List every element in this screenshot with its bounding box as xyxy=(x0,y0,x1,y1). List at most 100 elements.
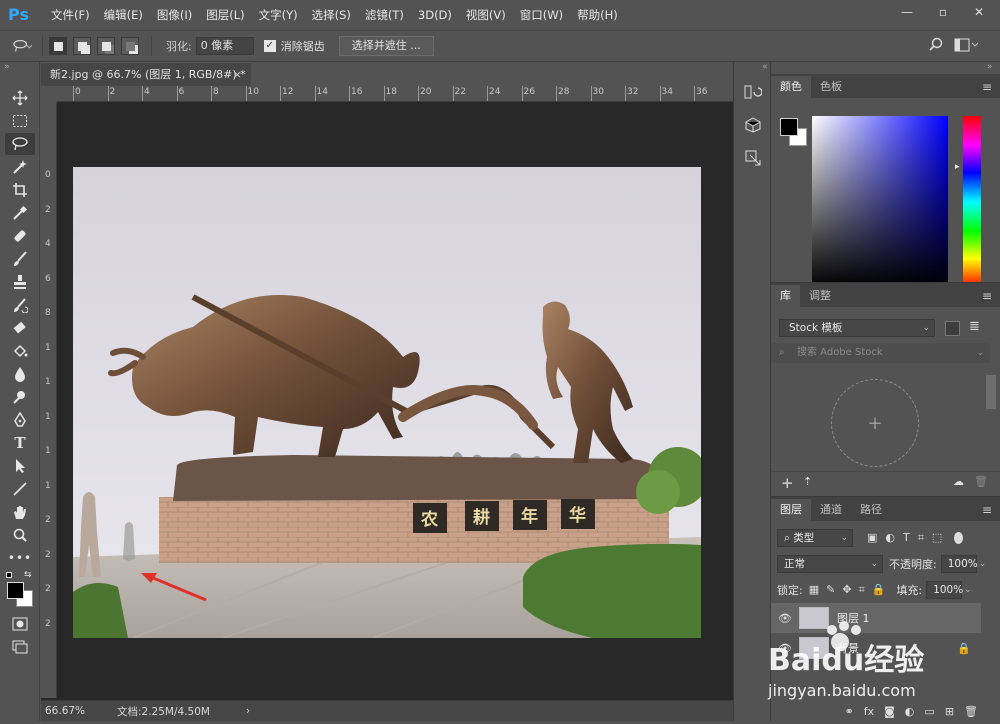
canvas-image[interactable]: 农 耕 年 华 xyxy=(73,167,701,638)
menu-edit[interactable]: 编辑(E) xyxy=(97,0,150,30)
tab-paths[interactable]: 路径 xyxy=(851,499,891,521)
menu-help[interactable]: 帮助(H) xyxy=(570,0,625,30)
hue-slider[interactable] xyxy=(963,116,981,288)
tab-color[interactable]: 颜色 xyxy=(771,76,811,98)
creative-cloud-icon[interactable]: ☁ xyxy=(953,475,964,488)
eraser-tool-icon[interactable] xyxy=(5,317,35,339)
blend-mode-select[interactable]: 正常 ⌄ xyxy=(777,555,883,573)
lasso-tool-preset-icon[interactable] xyxy=(12,36,32,56)
layer-filter-icons[interactable]: ▣◐T⌗⬚ xyxy=(867,531,950,545)
close-document-icon[interactable]: × xyxy=(233,63,242,86)
fill-input[interactable]: 100% xyxy=(926,581,963,599)
subtract-selection-icon[interactable] xyxy=(97,37,115,55)
brush-tool-icon[interactable] xyxy=(5,248,35,270)
move-tool-icon[interactable] xyxy=(5,87,35,109)
properties-panel-icon[interactable] xyxy=(739,145,767,171)
tab-channels[interactable]: 通道 xyxy=(811,499,851,521)
ruler-origin[interactable] xyxy=(41,86,57,102)
tab-layers[interactable]: 图层 xyxy=(771,499,811,521)
filter-search-icon: ⌕ xyxy=(784,532,794,544)
workspace-icon[interactable] xyxy=(954,38,979,55)
list-view-icon[interactable]: ≣ xyxy=(969,319,980,334)
swap-colors-icon[interactable]: ⇆ xyxy=(24,570,32,580)
healing-brush-tool-icon[interactable] xyxy=(5,225,35,247)
more-tools-icon[interactable]: ••• xyxy=(5,547,35,569)
panels-collapse-icon[interactable]: » xyxy=(771,62,1000,74)
3d-panel-icon[interactable] xyxy=(739,112,767,138)
zoom-level-field[interactable]: 66.67% xyxy=(41,705,93,717)
marquee-tool-icon[interactable] xyxy=(5,110,35,132)
eyedropper-tool-icon[interactable] xyxy=(5,202,35,224)
grid-view-icon[interactable] xyxy=(945,321,960,336)
antialias-checkbox[interactable]: ✓ xyxy=(263,40,276,52)
type-tool-icon[interactable]: T xyxy=(5,432,35,454)
layer-filter-select[interactable]: ⌕ 类型 ⌄ xyxy=(777,529,853,547)
quick-selection-tool-icon[interactable] xyxy=(5,156,35,178)
fill-dropdown-icon[interactable]: ⌄ xyxy=(964,585,972,595)
document-tab[interactable]: 新2.jpg @ 66.7% (图层 1, RGB/8#) * × xyxy=(41,62,251,86)
menu-3d[interactable]: 3D(D) xyxy=(411,0,459,30)
crop-tool-icon[interactable] xyxy=(5,179,35,201)
hand-tool-icon[interactable] xyxy=(5,501,35,523)
stock-search-input[interactable]: ⌕ 搜索 Adobe Stock ⌄ xyxy=(771,343,990,363)
menu-file[interactable]: 文件(F) xyxy=(44,0,97,30)
feather-input[interactable]: 0 像素 xyxy=(195,37,254,55)
color-picker-field[interactable] xyxy=(812,116,948,288)
hue-slider-handle-icon[interactable]: ▸ xyxy=(955,162,960,172)
menu-view[interactable]: 视图(V) xyxy=(459,0,513,30)
zoom-tool-icon[interactable] xyxy=(5,524,35,546)
library-select[interactable]: Stock 模板 ⌄ xyxy=(779,319,935,337)
tab-libraries[interactable]: 库 xyxy=(771,285,800,307)
horizontal-ruler[interactable]: 0 2 4 6 8 10 12 14 16 18 20 22 24 26 28 30 32 34 36 xyxy=(57,86,733,102)
minimize-icon[interactable]: — xyxy=(896,3,918,21)
libraries-panel-menu-icon[interactable]: ≡ xyxy=(982,285,992,307)
sign-char-1: 农 xyxy=(420,509,438,530)
add-icon[interactable]: + xyxy=(781,474,794,492)
color-panel-menu-icon[interactable]: ≡ xyxy=(982,76,992,98)
history-brush-tool-icon[interactable] xyxy=(5,294,35,316)
line-tool-icon[interactable] xyxy=(5,478,35,500)
menu-filter[interactable]: 滤镜(T) xyxy=(358,0,411,30)
tab-adjustments[interactable]: 调整 xyxy=(800,285,840,307)
trash-icon[interactable]: 🗑 xyxy=(974,475,988,488)
path-selection-tool-icon[interactable] xyxy=(5,455,35,477)
default-colors-icon[interactable] xyxy=(6,572,12,578)
lasso-tool-icon[interactable] xyxy=(5,133,35,155)
add-to-library-drop-zone[interactable]: + xyxy=(831,379,919,467)
library-scrollbar[interactable] xyxy=(986,375,996,409)
status-menu-arrow[interactable]: › xyxy=(246,705,250,717)
layers-panel-menu-icon[interactable]: ≡ xyxy=(982,499,992,521)
strip-collapse-icon[interactable]: « xyxy=(734,62,770,72)
quick-mask-icon[interactable] xyxy=(5,613,35,635)
menu-image[interactable]: 图像(I) xyxy=(150,0,199,30)
close-icon[interactable]: ✕ xyxy=(968,3,990,21)
maximize-icon[interactable]: ▫ xyxy=(932,3,954,21)
opacity-dropdown-icon[interactable]: ⌄ xyxy=(979,559,987,569)
foreground-color-swatch[interactable] xyxy=(7,582,24,599)
menu-window[interactable]: 窗口(W) xyxy=(513,0,570,30)
upload-icon[interactable]: ⇡ xyxy=(803,475,812,488)
pen-tool-icon[interactable] xyxy=(5,409,35,431)
blur-tool-icon[interactable] xyxy=(5,363,35,385)
toolbar-collapse-icon[interactable]: » xyxy=(0,62,39,86)
panel-foreground-swatch[interactable] xyxy=(780,118,798,136)
new-selection-icon[interactable] xyxy=(49,37,67,55)
search-icon[interactable] xyxy=(928,37,944,56)
history-panel-icon[interactable] xyxy=(739,79,767,105)
paint-bucket-tool-icon[interactable] xyxy=(5,340,35,362)
screen-mode-icon[interactable] xyxy=(5,636,35,658)
menu-type[interactable]: 文字(Y) xyxy=(252,0,305,30)
lock-options-icons[interactable]: ▦✎✥⌗🔒 xyxy=(809,583,893,597)
opacity-input[interactable]: 100% xyxy=(940,555,978,573)
dodge-tool-icon[interactable] xyxy=(5,386,35,408)
intersect-selection-icon[interactable] xyxy=(121,37,139,55)
menu-select[interactable]: 选择(S) xyxy=(305,0,358,30)
photoshop-logo: Ps xyxy=(8,5,29,24)
menu-layer[interactable]: 图层(L) xyxy=(199,0,251,30)
add-selection-icon[interactable] xyxy=(73,37,91,55)
select-and-mask-button[interactable]: 选择并遮住 ... xyxy=(338,36,434,56)
vertical-ruler[interactable]: 0 2 4 6 8 1 1 1 1 1 2 2 2 2 xyxy=(41,102,57,698)
filter-toggle-icon[interactable] xyxy=(954,532,964,544)
clone-stamp-tool-icon[interactable] xyxy=(5,271,35,293)
tab-swatches[interactable]: 色板 xyxy=(811,76,851,98)
